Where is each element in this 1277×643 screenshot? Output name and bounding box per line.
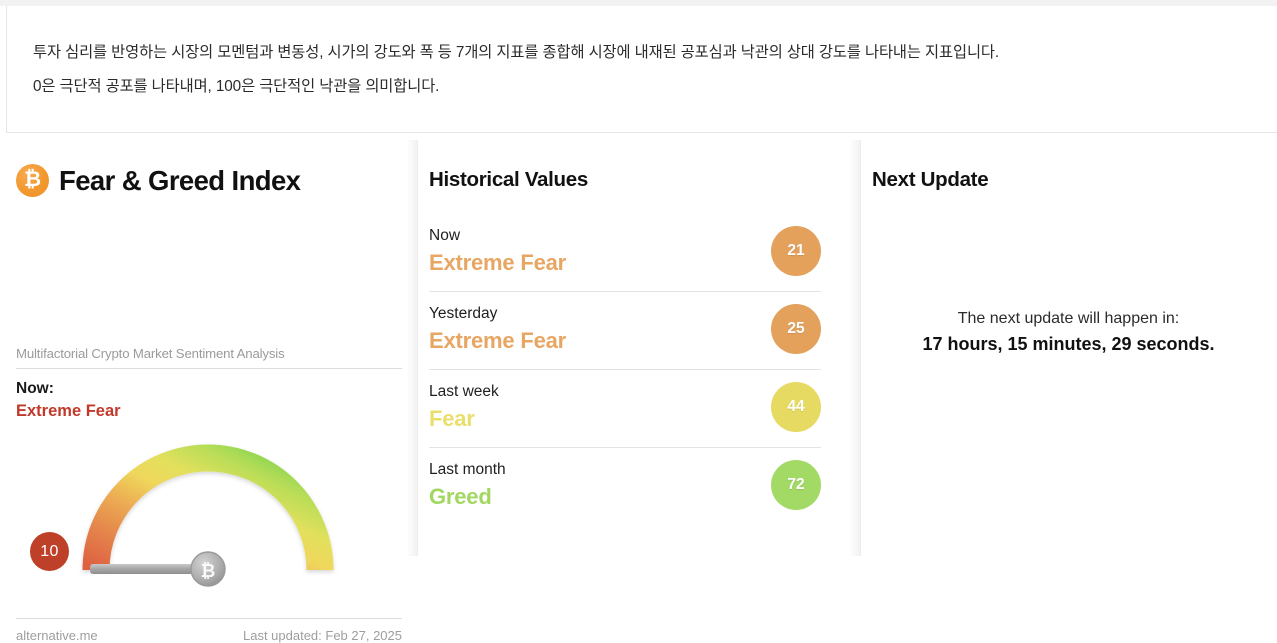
fear-greed-header: ₿ Fear & Greed Index bbox=[16, 164, 301, 197]
fear-greed-footer: alternative.me Last updated: Feb 27, 202… bbox=[16, 628, 402, 643]
fear-greed-gauge-panel: ₿ Fear & Greed Index Multifactorial Cryp… bbox=[0, 140, 417, 643]
now-value: Extreme Fear bbox=[16, 402, 121, 420]
next-update-countdown: 17 hours, 15 minutes, 29 seconds. bbox=[922, 334, 1215, 354]
status-badge: 72 bbox=[771, 460, 821, 510]
fear-greed-subtitle: Multifactorial Crypto Market Sentiment A… bbox=[16, 346, 285, 361]
next-update-title: Next Update bbox=[872, 168, 989, 191]
description-text: 투자 심리를 반영하는 시장의 모멘텀과 변동성, 시가의 강도와 폭 등 7개… bbox=[33, 36, 1213, 104]
description-line-2: 0은 극단적 공포를 나타내며, 100은 극단적인 낙관을 의미합니다. bbox=[33, 78, 440, 95]
description-line-1: 투자 심리를 반영하는 시장의 모멘텀과 변동성, 시가의 강도와 폭 등 7개… bbox=[33, 44, 1000, 61]
status-badge: 44 bbox=[771, 382, 821, 432]
list-item: Yesterday Extreme Fear 25 bbox=[429, 292, 821, 370]
list-item: Last month Greed 72 bbox=[429, 448, 821, 526]
svg-text:₿: ₿ bbox=[201, 561, 216, 581]
next-update-body: The next update will happen in: 17 hours… bbox=[860, 310, 1277, 355]
page-title: Fear & Greed Index bbox=[59, 164, 301, 196]
history-period: Last week bbox=[429, 383, 499, 400]
gauge-svg: ₿ bbox=[82, 444, 334, 587]
next-update-panel: Next Update The next update will happen … bbox=[860, 140, 1277, 556]
gauge-graphic: ₿ 10 bbox=[16, 426, 402, 608]
historical-values-list: Now Extreme Fear 21 Yesterday Extreme Fe… bbox=[429, 214, 821, 526]
source-link[interactable]: alternative.me bbox=[16, 628, 98, 643]
next-update-intro: The next update will happen in: bbox=[957, 310, 1180, 327]
status-badge: 21 bbox=[771, 226, 821, 276]
history-state: Fear bbox=[429, 406, 475, 431]
historical-values-panel: Historical Values Now Extreme Fear 21 Ye… bbox=[417, 140, 860, 556]
bitcoin-icon: ₿ bbox=[16, 164, 49, 197]
history-state: Extreme Fear bbox=[429, 328, 567, 353]
now-label: Now: bbox=[16, 380, 54, 397]
history-state: Greed bbox=[429, 484, 492, 509]
divider-bottom bbox=[16, 618, 402, 619]
last-updated-text: Last updated: Feb 27, 2025 bbox=[242, 628, 402, 643]
list-item: Last week Fear 44 bbox=[429, 370, 821, 448]
panel-row: ₿ Fear & Greed Index Multifactorial Cryp… bbox=[0, 140, 1277, 643]
list-item: Now Extreme Fear 21 bbox=[429, 214, 821, 292]
gauge-value-badge: 10 bbox=[30, 532, 69, 571]
status-badge: 25 bbox=[771, 304, 821, 354]
history-period: Now bbox=[429, 227, 461, 244]
description-card: 투자 심리를 반영하는 시장의 모멘텀과 변동성, 시가의 강도와 폭 등 7개… bbox=[6, 6, 1277, 133]
divider-top bbox=[16, 368, 402, 369]
history-period: Yesterday bbox=[429, 305, 498, 322]
historical-values-title: Historical Values bbox=[429, 168, 588, 191]
history-state: Extreme Fear bbox=[429, 250, 567, 275]
history-period: Last month bbox=[429, 461, 506, 478]
